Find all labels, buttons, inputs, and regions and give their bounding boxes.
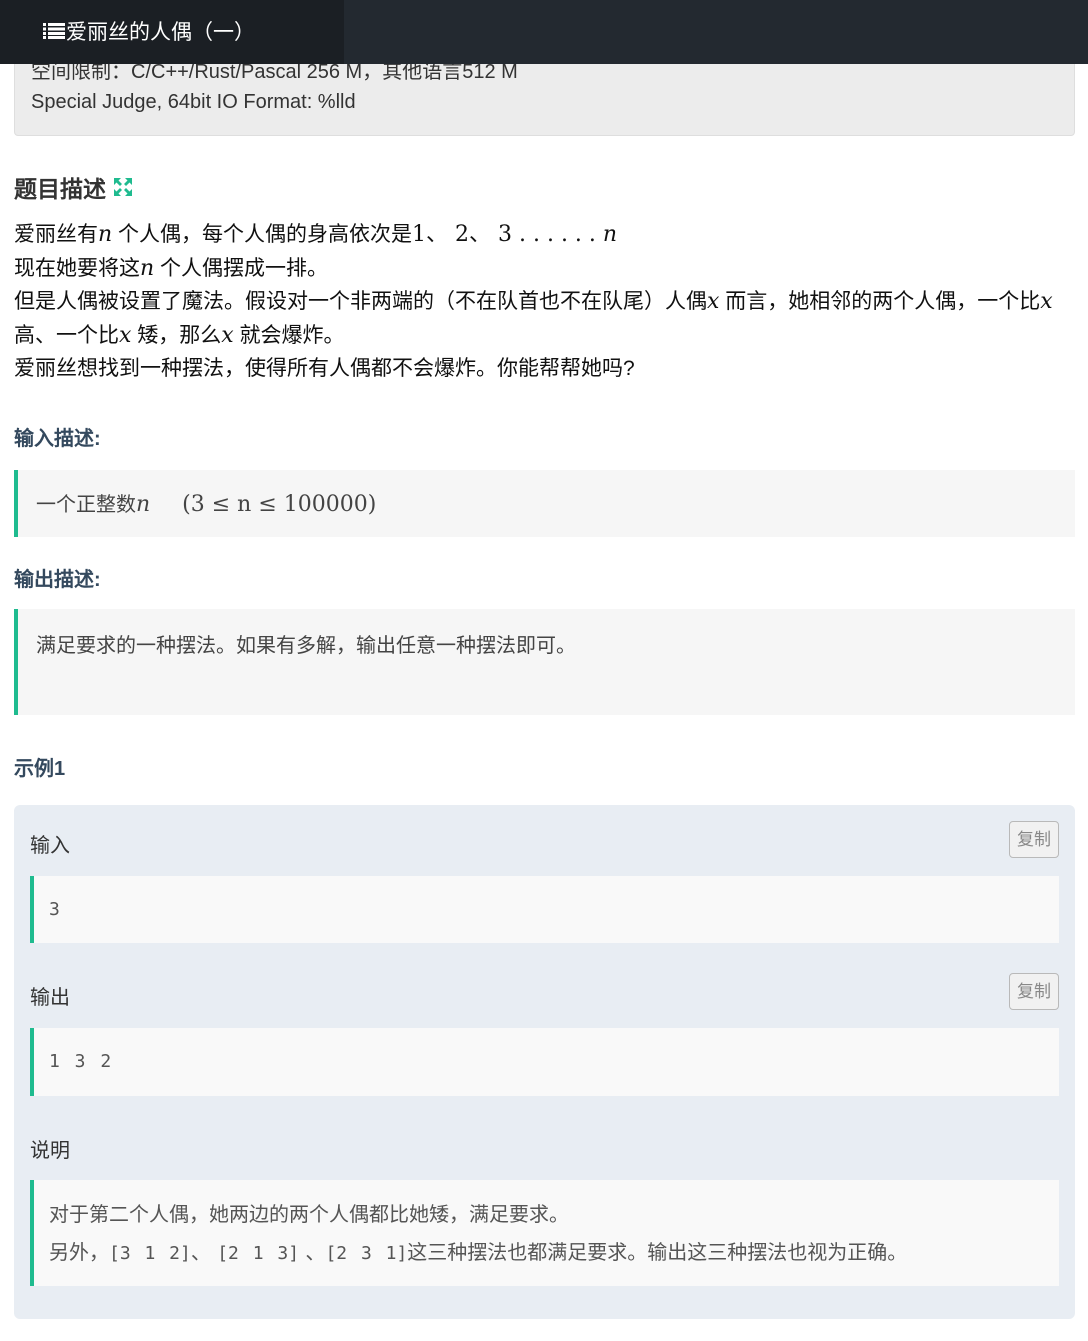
output-description-title: 输出描述: — [14, 569, 101, 591]
problem-title-text: 爱丽丝的人偶（一） — [66, 21, 255, 44]
judge-format-text: Special Judge, 64bit IO Format: %lld — [31, 91, 356, 113]
output-description-text: 满足要求的一种摆法。如果有多解，输出任意一种摆法即可。 — [36, 633, 576, 657]
output-description-box: 满足要求的一种摆法。如果有多解，输出任意一种摆法即可。 — [14, 609, 1075, 715]
example-input-label: 输入 — [30, 835, 70, 857]
example-title: 示例1 — [14, 758, 66, 780]
input-description-box: 一个正整数n (3 ≤ n ≤ 100000) — [14, 470, 1075, 537]
description-body: 爱丽丝有n 个人偶，每个人偶的身高依次是1、 2、 3 . . . . . . … — [14, 218, 1078, 386]
problem-title: 爱丽丝的人偶（一） — [43, 16, 255, 46]
description-line-5: 爱丽丝想找到一种摆法，使得所有人偶都不会爆炸。你能帮帮她吗? — [14, 357, 635, 380]
copy-output-button[interactable]: 复制 — [1009, 973, 1059, 1010]
example-output-value: 1 3 2 — [49, 1051, 112, 1072]
example-input-box[interactable]: 3 — [30, 876, 1059, 943]
description-title: 题目描述 — [14, 176, 106, 202]
input-description-text: 一个正整数n (3 ≤ n ≤ 100000) — [36, 492, 377, 517]
input-description-title: 输入描述: — [14, 428, 101, 450]
description-line-2: 现在她要将这n 个人偶摆成一排。 — [14, 255, 329, 281]
description-line-4: 高、一个比x 矮，那么x 就会爆炸。 — [14, 322, 345, 348]
example-note-line-2: 另外，[3 1 2]、 [2 1 3] 、[2 3 1]这三种摆法也都满足要求。… — [49, 1240, 908, 1264]
top-bar: 爱丽丝的人偶（一） — [0, 0, 1088, 64]
example-note-box: 对于第二个人偶，她两边的两个人偶都比她矮，满足要求。 另外，[3 1 2]、 [… — [30, 1180, 1059, 1286]
example-note-line-1: 对于第二个人偶，她两边的两个人偶都比她矮，满足要求。 — [49, 1202, 569, 1226]
list-icon — [43, 23, 65, 39]
description-heading: 题目描述 — [14, 170, 134, 204]
expand-icon[interactable] — [112, 176, 134, 198]
example-output-label: 输出 — [30, 987, 70, 1009]
description-line-1: 爱丽丝有n 个人偶，每个人偶的身高依次是1、 2、 3 . . . . . . … — [14, 222, 618, 247]
example-note-label: 说明 — [30, 1140, 70, 1162]
copy-input-button[interactable]: 复制 — [1009, 821, 1059, 858]
description-line-3: 但是人偶被设置了魔法。假设对一个非两端的（不在队首也不在队尾）人偶x 而言，她相… — [14, 289, 1053, 314]
example-input-value: 3 — [49, 899, 60, 920]
example-panel: 输入 复制 3 输出 复制 1 3 2 说明 对于第二个人偶，她两边的两个人偶都… — [14, 805, 1075, 1319]
example-output-box[interactable]: 1 3 2 — [30, 1028, 1059, 1096]
